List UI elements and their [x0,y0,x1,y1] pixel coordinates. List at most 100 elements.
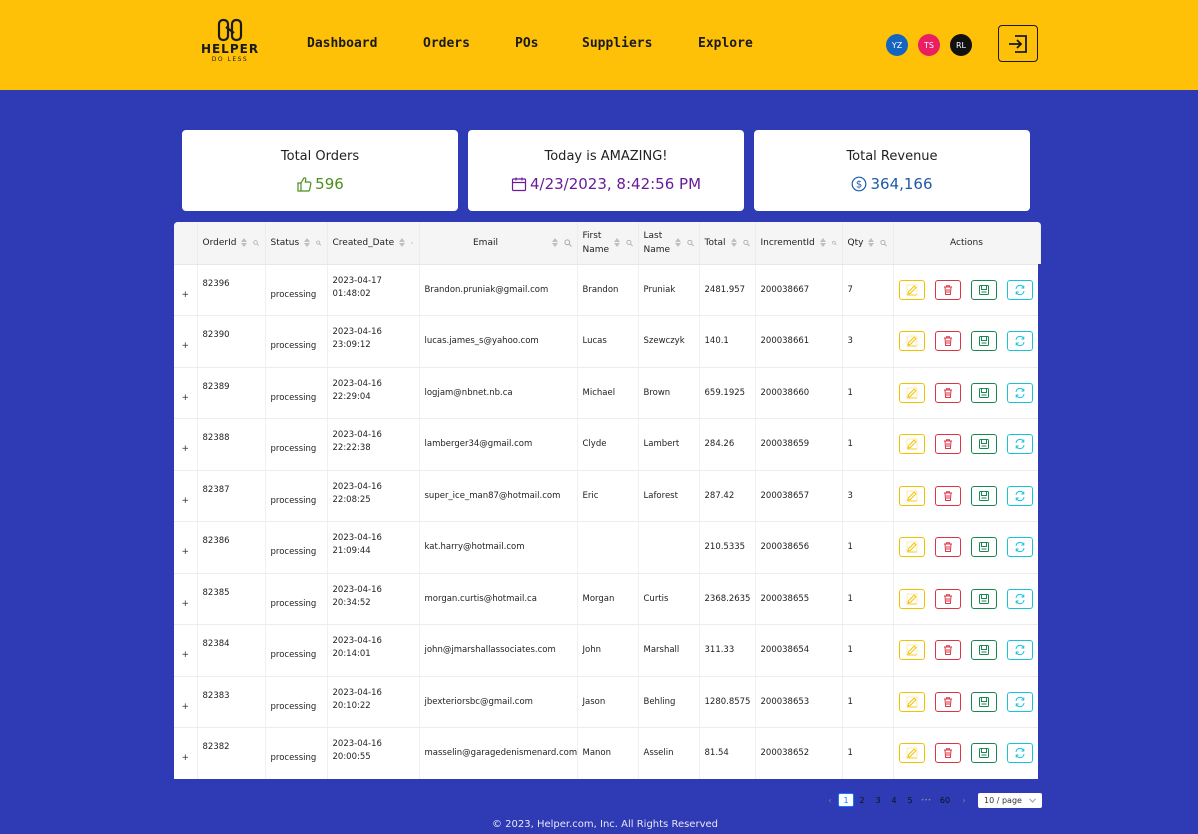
save-button[interactable] [970,743,997,764]
edit-button[interactable] [898,331,925,352]
expand-row-toggle[interactable]: + [174,264,198,316]
column-header[interactable]: Last Name [638,222,700,265]
table-row[interactable]: + 82387 processing 2023-04-16 22:08:25 su… [174,470,1041,522]
table-row[interactable]: + 82388 processing 2023-04-16 22:22:38 la… [174,418,1041,471]
table-row[interactable]: + 82383 processing 2023-04-16 20:10:22 jb… [174,676,1041,728]
edit-button[interactable] [898,743,925,764]
table-row[interactable]: + 82396 processing 2023-04-17 01:48:02 Br… [174,264,1041,316]
sort-icon[interactable] [304,238,311,248]
edit-button[interactable] [898,382,925,403]
logout-button[interactable] [998,25,1038,62]
expand-row-toggle[interactable]: + [174,624,198,677]
refresh-button[interactable] [1006,485,1033,506]
expand-row-toggle[interactable]: + [174,470,198,522]
refresh-button[interactable] [1006,691,1033,712]
sort-icon[interactable] [819,238,826,248]
delete-button[interactable] [934,382,961,403]
page-4[interactable]: 4 [886,793,902,807]
column-header[interactable]: Total [699,222,756,265]
page-5[interactable]: 5 [902,793,918,807]
scrollbar[interactable] [1038,264,1041,779]
save-button[interactable] [970,588,997,609]
expand-row-toggle[interactable]: + [174,521,198,574]
save-button[interactable] [970,485,997,506]
edit-button[interactable] [898,279,925,300]
next-page-button[interactable]: › [956,793,972,807]
avatar[interactable]: YZ [886,34,908,56]
search-icon[interactable] [686,239,694,247]
nav-suppliers[interactable]: Suppliers [582,36,652,51]
refresh-button[interactable] [1006,640,1033,661]
delete-button[interactable] [934,691,961,712]
column-header[interactable]: Created_Date [327,222,420,265]
search-icon[interactable] [563,239,572,247]
expand-row-toggle[interactable]: + [174,573,198,625]
page-1[interactable]: 1 [838,793,854,807]
nav-orders[interactable]: Orders [423,36,470,51]
avatar[interactable]: RL [950,34,972,56]
save-button[interactable] [970,691,997,712]
sort-icon[interactable] [674,238,681,248]
expand-row-toggle[interactable]: + [174,418,198,471]
sort-icon[interactable] [730,238,737,248]
column-header[interactable]: First Name [577,222,639,265]
edit-button[interactable] [898,691,925,712]
save-button[interactable] [970,382,997,403]
sort-icon[interactable] [868,238,875,248]
column-header[interactable]: Status [265,222,328,265]
refresh-button[interactable] [1006,382,1033,403]
search-icon[interactable] [253,239,260,247]
sort-icon[interactable] [551,238,558,248]
search-icon[interactable] [832,239,837,247]
column-header[interactable]: IncrementId [755,222,843,265]
search-icon[interactable] [316,239,322,247]
search-icon[interactable] [625,239,633,247]
expand-row-toggle[interactable]: + [174,727,198,779]
save-button[interactable] [970,640,997,661]
table-row[interactable]: + 82382 processing 2023-04-16 20:00:55 ma… [174,727,1041,779]
nav-explore[interactable]: Explore [698,36,753,51]
edit-button[interactable] [898,588,925,609]
delete-button[interactable] [934,331,961,352]
delete-button[interactable] [934,743,961,764]
table-row[interactable]: + 82385 processing 2023-04-16 20:34:52 mo… [174,573,1041,625]
search-icon[interactable] [742,239,750,247]
delete-button[interactable] [934,485,961,506]
search-icon[interactable] [411,239,414,247]
page-2[interactable]: 2 [854,793,870,807]
edit-button[interactable] [898,434,925,455]
page-3[interactable]: 3 [870,793,886,807]
table-row[interactable]: + 82390 processing 2023-04-16 23:09:12 lu… [174,315,1041,368]
refresh-button[interactable] [1006,537,1033,558]
save-button[interactable] [970,279,997,300]
prev-page-button[interactable]: ‹ [822,793,838,807]
delete-button[interactable] [934,588,961,609]
refresh-button[interactable] [1006,331,1033,352]
delete-button[interactable] [934,434,961,455]
nav-dashboard[interactable]: Dashboard [307,36,377,51]
brand-logo[interactable]: HELPER DO LESS [200,18,260,70]
page-size-select[interactable]: 10 / page [978,792,1042,808]
column-header[interactable]: Qty [842,222,894,265]
sort-icon[interactable] [399,238,406,248]
table-row[interactable]: + 82386 processing 2023-04-16 21:09:44 ka… [174,521,1041,574]
expand-row-toggle[interactable]: + [174,367,198,419]
table-row[interactable]: + 82384 processing 2023-04-16 20:14:01 jo… [174,624,1041,677]
save-button[interactable] [970,331,997,352]
delete-button[interactable] [934,279,961,300]
refresh-button[interactable] [1006,743,1033,764]
refresh-button[interactable] [1006,588,1033,609]
delete-button[interactable] [934,537,961,558]
table-row[interactable]: + 82389 processing 2023-04-16 22:29:04 lo… [174,367,1041,419]
pagination-jump-next[interactable]: ••• [918,793,934,807]
nav-pos[interactable]: POs [515,36,538,51]
expand-row-toggle[interactable]: + [174,676,198,728]
sort-icon[interactable] [613,238,620,248]
avatar[interactable]: TS [918,34,940,56]
page-60[interactable]: 60 [934,793,956,807]
edit-button[interactable] [898,537,925,558]
column-header[interactable]: Email [419,222,578,265]
delete-button[interactable] [934,640,961,661]
column-header[interactable]: OrderId [197,222,266,265]
sort-icon[interactable] [241,238,248,248]
